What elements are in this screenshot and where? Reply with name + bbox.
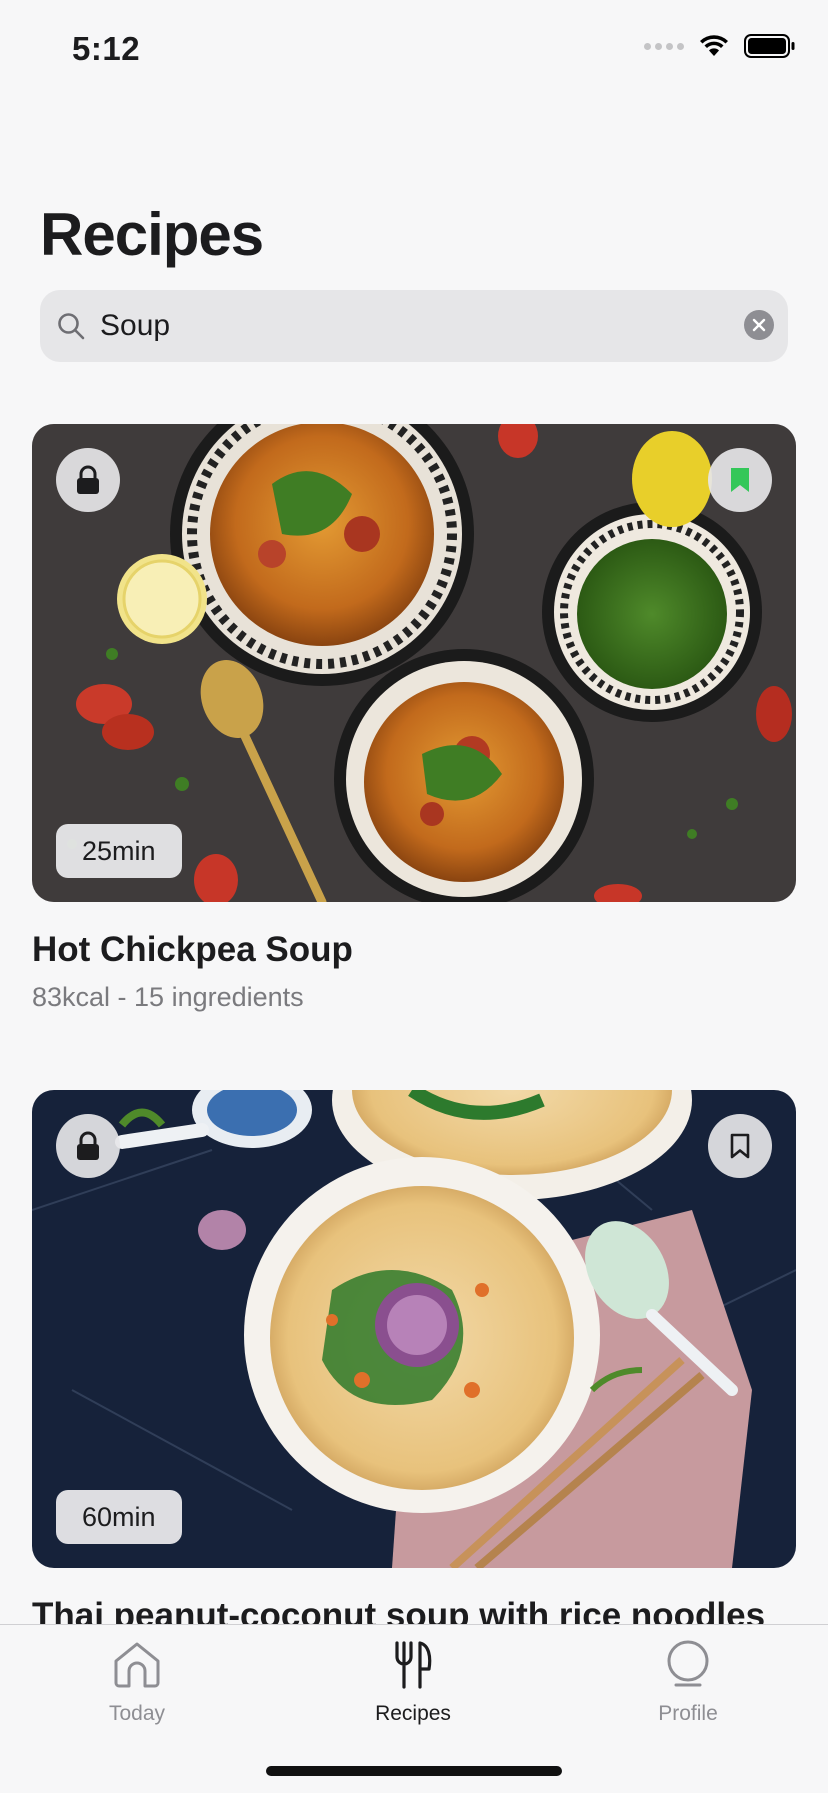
page-title: Recipes bbox=[40, 201, 264, 268]
search-icon bbox=[54, 309, 88, 343]
battery-icon bbox=[744, 34, 796, 58]
lock-icon bbox=[56, 1114, 120, 1178]
recipe-card[interactable]: 60min Thai peanut-coconut soup with rice… bbox=[32, 1090, 796, 1636]
bookmark-button[interactable] bbox=[708, 448, 772, 512]
status-indicators bbox=[644, 34, 796, 58]
duration-badge: 25min bbox=[56, 824, 182, 878]
recipe-card[interactable]: 25min Hot Chickpea Soup 83kcal - 15 ingr… bbox=[32, 424, 796, 1013]
bookmark-outline-icon bbox=[730, 1133, 750, 1159]
search-input[interactable] bbox=[98, 308, 682, 344]
bookmark-button[interactable] bbox=[708, 1114, 772, 1178]
tab-label: Today bbox=[108, 1702, 166, 1725]
home-indicator[interactable] bbox=[266, 1766, 562, 1776]
status-time: 5:12 bbox=[72, 30, 141, 67]
fork-knife-icon bbox=[387, 1639, 439, 1694]
status-bar: 5:12 bbox=[0, 0, 828, 100]
duration-badge: 60min bbox=[56, 1490, 182, 1544]
search-bar[interactable] bbox=[40, 290, 788, 362]
recipe-image[interactable]: 60min bbox=[32, 1090, 796, 1568]
tab-label: Profile bbox=[658, 1702, 718, 1725]
tab-label: Recipes bbox=[375, 1702, 451, 1725]
wifi-icon bbox=[698, 34, 730, 58]
tab-profile[interactable]: Profile bbox=[588, 1639, 788, 1726]
recipe-title[interactable]: Hot Chickpea Soup bbox=[32, 930, 796, 970]
clear-search-button[interactable] bbox=[744, 310, 774, 340]
lock-icon bbox=[56, 448, 120, 512]
profile-icon bbox=[662, 1639, 714, 1694]
tab-recipes[interactable]: Recipes bbox=[313, 1639, 513, 1726]
close-icon bbox=[752, 318, 766, 332]
tab-today[interactable]: Today bbox=[37, 1639, 237, 1726]
house-icon bbox=[111, 1639, 163, 1694]
recipe-image[interactable]: 25min bbox=[32, 424, 796, 902]
recipe-meta: 83kcal - 15 ingredients bbox=[32, 982, 304, 1012]
bookmark-filled-icon bbox=[731, 468, 749, 492]
cellular-signal-icon bbox=[644, 42, 684, 50]
